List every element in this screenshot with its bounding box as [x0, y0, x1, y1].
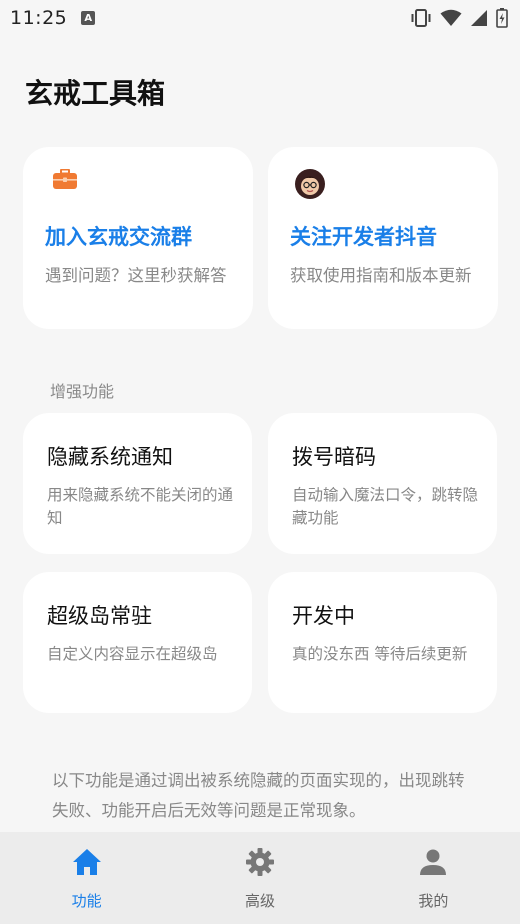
nav-item-features[interactable]: 功能 [0, 832, 173, 924]
page-title: 玄戒工具箱 [25, 77, 166, 110]
notification-badge-icon: A [81, 11, 96, 25]
status-bar: 11:25 A [0, 0, 520, 36]
signal-icon [471, 10, 487, 26]
developer-avatar-icon [295, 169, 325, 203]
feature-desc: 自定义内容显示在超级岛 [47, 645, 218, 663]
super-island-card[interactable]: 超级岛常驻 自定义内容显示在超级岛 [23, 572, 252, 713]
nav-label: 功能 [71, 892, 102, 910]
person-icon [417, 846, 449, 878]
follow-developer-card[interactable]: 关注开发者抖音 获取使用指南和版本更新 [268, 147, 498, 329]
feature-title: 拨号暗码 [292, 445, 376, 469]
gear-icon [244, 846, 276, 878]
join-group-card[interactable]: 加入玄戒交流群 遇到问题？这里秒获解答 [23, 147, 253, 329]
toolbox-icon [53, 168, 77, 193]
home-icon [71, 846, 103, 878]
feature-title: 开发中 [292, 604, 355, 628]
nav-label: 高级 [244, 892, 275, 910]
in-development-card[interactable]: 开发中 真的没东西 等待后续更新 [268, 572, 497, 713]
hide-system-notification-card[interactable]: 隐藏系统通知 用来隐藏系统不能关闭的通知 [23, 413, 252, 554]
promo-desc: 获取使用指南和版本更新 [290, 266, 472, 285]
feature-title: 隐藏系统通知 [47, 445, 173, 469]
feature-title: 超级岛常驻 [47, 604, 152, 628]
promo-title: 关注开发者抖音 [290, 225, 437, 249]
feature-desc: 用来隐藏系统不能关闭的通知 [47, 486, 234, 527]
bottom-nav: 功能 高级 我的 [0, 832, 520, 924]
notice-text: 以下功能是通过调出被系统隐藏的页面实现的，出现跳转失败、功能开启后无效等问题是正… [52, 771, 465, 820]
nav-item-profile[interactable]: 我的 [347, 832, 520, 924]
status-time: 11:25 [10, 7, 68, 29]
nav-item-advanced[interactable]: 高级 [173, 832, 346, 924]
wifi-icon [440, 9, 462, 26]
feature-desc: 自动输入魔法口令，跳转隐藏功能 [292, 486, 479, 527]
section-label: 增强功能 [50, 382, 115, 401]
feature-desc: 真的没东西 等待后续更新 [292, 645, 468, 663]
nav-label: 我的 [418, 892, 449, 910]
dial-code-card[interactable]: 拨号暗码 自动输入魔法口令，跳转隐藏功能 [268, 413, 497, 554]
vibrate-icon [411, 9, 431, 27]
promo-desc: 遇到问题？这里秒获解答 [45, 266, 227, 285]
promo-title: 加入玄戒交流群 [45, 225, 192, 249]
battery-icon [496, 8, 508, 28]
